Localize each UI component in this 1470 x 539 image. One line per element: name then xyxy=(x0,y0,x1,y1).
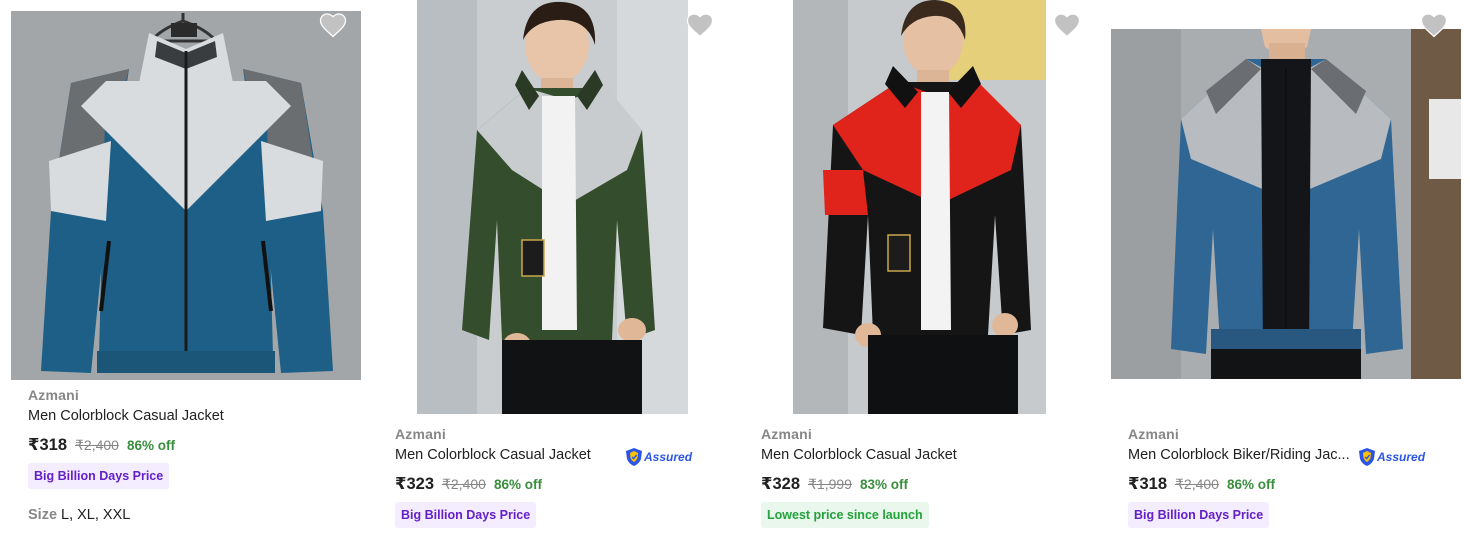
selling-price: ₹328 xyxy=(761,475,801,493)
product-brand: Azmani xyxy=(395,426,446,442)
assured-label: Assured xyxy=(1377,450,1426,464)
discount-percent: 83% off xyxy=(859,477,908,492)
model-photo-image xyxy=(417,0,688,414)
product-brand: Azmani xyxy=(28,387,79,403)
product-image[interactable] xyxy=(11,11,361,380)
product-image[interactable] xyxy=(1111,29,1461,379)
product-card[interactable]: Azmani Men Colorblock Casual Jacket ₹328… xyxy=(745,0,1100,539)
product-image[interactable] xyxy=(793,0,1046,414)
available-sizes: Size L, XL, XXL xyxy=(28,507,130,523)
price-row: ₹318 ₹2,400 86% off xyxy=(1128,474,1275,494)
selling-price: ₹318 xyxy=(28,436,68,454)
wishlist-heart-icon[interactable] xyxy=(1052,10,1082,38)
product-card[interactable]: Azmani Men Colorblock Biker/Riding Jac..… xyxy=(1110,0,1470,539)
model-photo-image xyxy=(793,0,1046,414)
selling-price: ₹323 xyxy=(395,475,435,493)
original-price: ₹1,999 xyxy=(808,476,852,492)
wishlist-heart-icon[interactable] xyxy=(318,10,348,38)
assured-label: Assured xyxy=(644,450,693,464)
assured-badge: Assured xyxy=(1358,446,1425,468)
flipkart-assured-shield-icon xyxy=(1359,448,1375,466)
assured-badge: Assured xyxy=(625,446,692,468)
product-title[interactable]: Men Colorblock Casual Jacket xyxy=(395,447,620,463)
price-row: ₹328 ₹1,999 83% off xyxy=(761,474,908,494)
size-values: L, XL, XXL xyxy=(61,507,131,523)
product-image[interactable] xyxy=(417,0,688,414)
discount-percent: 86% off xyxy=(126,438,175,453)
product-brand: Azmani xyxy=(761,426,812,442)
product-title[interactable]: Men Colorblock Biker/Riding Jac... xyxy=(1128,447,1360,463)
wishlist-heart-icon[interactable] xyxy=(1419,10,1449,38)
price-row: ₹323 ₹2,400 86% off xyxy=(395,474,542,494)
size-label: Size xyxy=(28,507,58,523)
wishlist-heart-icon[interactable] xyxy=(685,10,715,38)
original-price: ₹2,400 xyxy=(1175,476,1219,492)
offer-badge: Big Billion Days Price xyxy=(1128,502,1270,528)
original-price: ₹2,400 xyxy=(442,476,486,492)
model-photo-image xyxy=(1111,29,1461,379)
offer-badge: Big Billion Days Price xyxy=(28,463,170,489)
product-title[interactable]: Men Colorblock Casual Jacket xyxy=(761,447,1081,463)
original-price: ₹2,400 xyxy=(75,437,119,453)
product-card[interactable]: Azmani Men Colorblock Casual Jacket ₹318… xyxy=(0,0,370,539)
product-title[interactable]: Men Colorblock Casual Jacket xyxy=(28,408,358,424)
offer-badge: Big Billion Days Price xyxy=(395,502,537,528)
price-row: ₹318 ₹2,400 86% off xyxy=(28,435,175,455)
discount-percent: 86% off xyxy=(493,477,542,492)
product-card[interactable]: Azmani Men Colorblock Casual Jacket Assu… xyxy=(380,0,735,539)
selling-price: ₹318 xyxy=(1128,475,1168,493)
jacket-flatlay-image xyxy=(11,11,361,380)
product-brand: Azmani xyxy=(1128,426,1179,442)
flipkart-assured-shield-icon xyxy=(626,448,642,466)
offer-badge: Lowest price since launch xyxy=(761,502,929,528)
discount-percent: 86% off xyxy=(1226,477,1275,492)
